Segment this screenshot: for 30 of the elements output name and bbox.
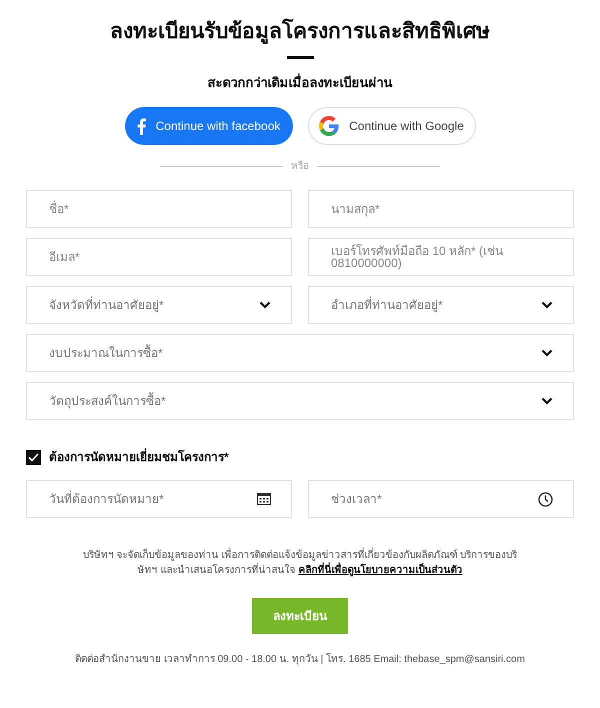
select-field[interactable]: วัตถุประสงค์ในการซื้อ* — [26, 382, 574, 420]
text-field[interactable]: อีเมล* — [26, 238, 292, 276]
register-button[interactable]: ลงทะเบียน — [252, 598, 348, 634]
time-field[interactable]: ช่วงเวลา* — [308, 480, 574, 518]
facebook-icon — [136, 118, 146, 134]
text-field[interactable]: ชื่อ* — [26, 190, 292, 228]
title-underline — [286, 56, 314, 59]
google-button[interactable]: Continue with Google — [308, 107, 476, 145]
contact-info: ติดต่อสำนักงานขาย เวลาทำการ 09.00 - 18.00 น. ทุกวัน | โทร. 1685 Email: thebase_spm@sansiri.com — [75, 652, 525, 667]
text-field[interactable]: นามสกุล* — [308, 190, 574, 228]
google-icon — [319, 116, 340, 136]
chevron-down-icon — [259, 301, 271, 309]
divider-label: หรือ — [291, 160, 309, 174]
checkbox[interactable] — [26, 450, 41, 464]
privacy-notice: บริษัทฯ จะจัดเก็บข้อมูลของท่าน เพื่อการติดต่อแจ้งข้อมูลข่าวสารที่เกี่ยวข้องกับผลิตภัณฑ์ บริการของบริษัทฯ และนำเสนอโครงการที่น่าสนใจ คลิกที่นี่เพื่อดูนโยบายความเป็นส่วนตัว — [80, 548, 520, 578]
date-field[interactable]: วันที่ต้องการนัดหมาย* — [26, 480, 292, 518]
chevron-down-icon — [541, 301, 553, 309]
phone-field[interactable]: เบอร์โทรศัพท์มือถือ 10 หลัก* (เช่น 0810000000) — [308, 238, 574, 276]
page-title: ลงทะเบียนรับข้อมูลโครงการและสิทธิพิเศษ — [110, 18, 490, 46]
select-field[interactable]: งบประมาณในการซื้อ* — [26, 334, 574, 372]
select-field[interactable]: จังหวัดที่ท่านอาศัยอยู่* — [26, 286, 292, 324]
subtitle: สะดวกกว่าเดิมเมื่อลงทะเบียนผ่าน — [208, 73, 392, 92]
select-field[interactable]: อำเภอที่ท่านอาศัยอยู่* — [308, 286, 574, 324]
checkbox-label: ต้องการนัดหมายเยี่ยมชมโครงการ* — [49, 448, 229, 466]
chevron-down-icon — [541, 397, 553, 405]
calendar-icon — [257, 493, 271, 505]
facebook-button[interactable]: Continue with facebook — [124, 107, 292, 145]
privacy-link[interactable]: คลิกที่นี่เพื่อดูนโยบายความเป็นส่วนตัว — [298, 565, 462, 576]
chevron-down-icon — [541, 349, 553, 357]
clock-icon — [538, 492, 553, 506]
